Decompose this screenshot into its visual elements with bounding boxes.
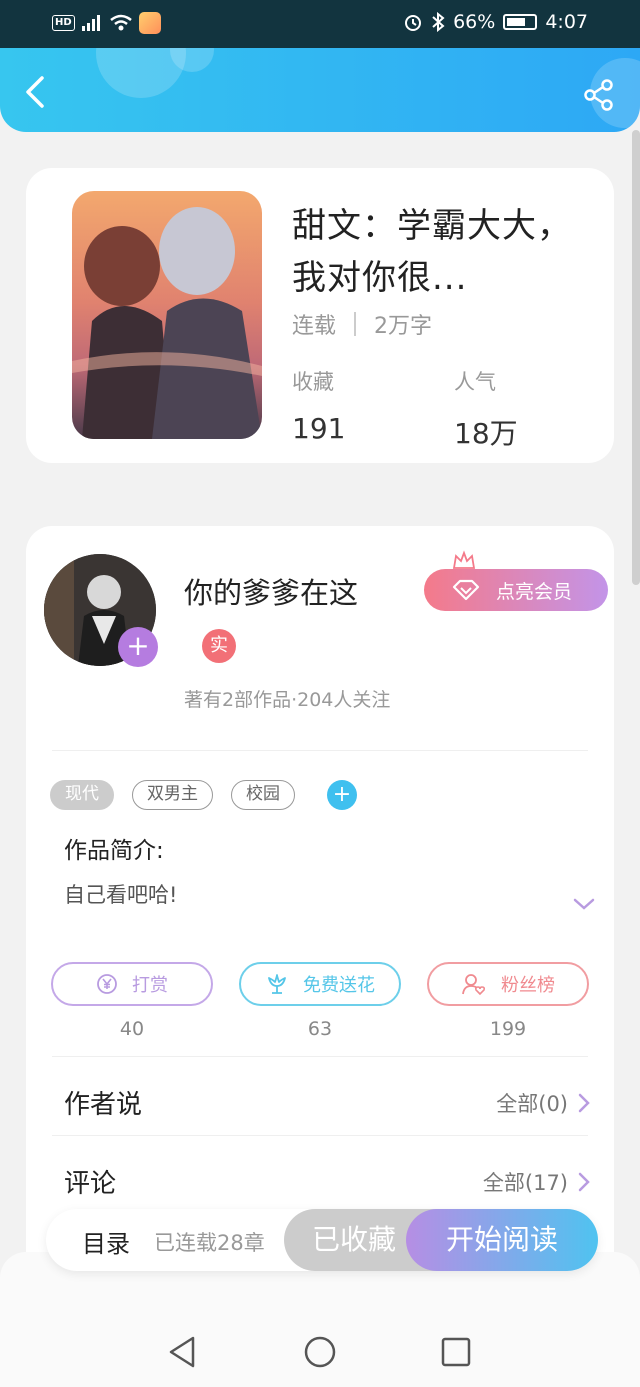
author-says-count: 全部(0) xyxy=(496,1091,568,1116)
reward-label: 打赏 xyxy=(132,975,168,996)
add-tag-button[interactable]: + xyxy=(327,780,357,810)
tag-list: 现代 双男主 校园 + xyxy=(50,780,357,810)
alarm-icon xyxy=(405,15,422,31)
scrollbar[interactable] xyxy=(632,130,640,585)
app-notification-icon xyxy=(138,12,161,34)
chapter-count: 已连载28章 xyxy=(154,1231,265,1255)
follow-author-button[interactable]: + xyxy=(118,627,158,667)
yen-coin-icon xyxy=(97,974,117,994)
comments-row[interactable]: 评论 全部(17) xyxy=(64,1163,590,1200)
fans-action: 粉丝榜 199 xyxy=(427,962,589,1040)
bottom-action-bar: 目录 已连载28章 已收藏 开始阅读 xyxy=(46,1209,598,1271)
status-right: 66% 4:07 xyxy=(403,11,588,33)
battery-icon xyxy=(503,14,538,30)
favorites-label: 收藏 xyxy=(292,370,334,394)
comments-count: 全部(17) xyxy=(482,1170,568,1195)
flower-count: 63 xyxy=(307,1018,333,1040)
comments-link[interactable]: 全部(17) xyxy=(483,1167,590,1197)
status-bar: HD 66% 4:07 xyxy=(0,0,640,48)
fans-ranking-button[interactable]: 粉丝榜 xyxy=(427,962,589,1006)
table-of-contents-button[interactable]: 目录 xyxy=(82,1224,130,1259)
divider xyxy=(52,1135,588,1136)
crown-icon xyxy=(452,550,476,569)
chevron-down-icon[interactable] xyxy=(571,896,597,912)
intro-text: 自己看吧哈! xyxy=(64,883,178,907)
hd-badge: HD xyxy=(52,15,75,31)
fans-count: 199 xyxy=(489,1018,527,1040)
popularity-label: 人气 xyxy=(454,370,496,394)
nav-recents-icon[interactable] xyxy=(436,1332,476,1372)
favorites-value: 191 xyxy=(292,412,346,445)
vip-label: 点亮会员 xyxy=(496,580,573,603)
flower-label: 免费送花 xyxy=(303,975,375,996)
intro-title: 作品简介: xyxy=(64,838,164,864)
book-info-card: 甜文：学霸大大，我对你很... 连载 2万字 收藏 191 人气 18万 xyxy=(26,168,614,463)
author-says-row[interactable]: 作者说 全部(0) xyxy=(64,1084,590,1121)
nav-back-icon[interactable] xyxy=(163,1332,203,1372)
meta-divider xyxy=(354,312,357,336)
diamond-icon xyxy=(452,579,480,601)
fans-label: 粉丝榜 xyxy=(501,975,555,996)
book-cover[interactable] xyxy=(72,191,262,439)
header-bar xyxy=(0,48,640,132)
popularity-value: 18万 xyxy=(454,417,518,450)
reward-count: 40 xyxy=(119,1018,145,1040)
verified-badge: 实 xyxy=(202,629,236,663)
book-status: 连载 xyxy=(292,314,337,339)
book-meta: 连载 2万字 xyxy=(292,308,432,340)
flower-icon xyxy=(268,974,286,994)
fan-user-icon xyxy=(462,974,486,996)
share-icon[interactable] xyxy=(582,78,616,112)
book-word-count: 2万字 xyxy=(374,314,433,339)
tag[interactable]: 双男主 xyxy=(132,780,213,810)
author-name[interactable]: 你的爹爹在这 xyxy=(184,570,358,612)
start-reading-button[interactable]: 开始阅读 xyxy=(406,1209,598,1271)
chevron-right-icon xyxy=(578,1172,590,1191)
bluetooth-icon xyxy=(432,12,445,32)
send-flower-button[interactable]: 免费送花 xyxy=(239,962,401,1006)
status-left: HD xyxy=(52,12,161,34)
battery-percent: 66% xyxy=(453,11,496,33)
nav-home-icon[interactable] xyxy=(300,1332,340,1372)
back-icon[interactable] xyxy=(20,74,52,110)
book-title: 甜文：学霸大大，我对你很... xyxy=(292,206,572,298)
author-says-link[interactable]: 全部(0) xyxy=(496,1088,590,1118)
reward-button[interactable]: 打赏 xyxy=(51,962,213,1006)
wifi-icon xyxy=(109,14,132,31)
tag[interactable]: 现代 xyxy=(50,780,114,810)
reward-action: 打赏 40 xyxy=(51,962,213,1040)
comments-title: 评论 xyxy=(64,1169,117,1199)
author-says-title: 作者说 xyxy=(64,1090,143,1120)
tag[interactable]: 校园 xyxy=(231,780,295,810)
chevron-right-icon xyxy=(578,1093,590,1112)
clock: 4:07 xyxy=(545,11,588,33)
popularity-stat: 人气 18万 xyxy=(454,366,518,452)
author-stats: 著有2部作品·204人关注 xyxy=(184,689,391,711)
system-nav-bar xyxy=(0,1252,640,1387)
divider xyxy=(52,1056,588,1057)
signal-icon xyxy=(81,15,100,31)
vip-membership-button[interactable]: 点亮会员 xyxy=(424,569,608,611)
favorites-stat: 收藏 191 xyxy=(292,366,345,445)
divider xyxy=(52,750,588,751)
flower-action: 免费送花 63 xyxy=(239,962,401,1040)
